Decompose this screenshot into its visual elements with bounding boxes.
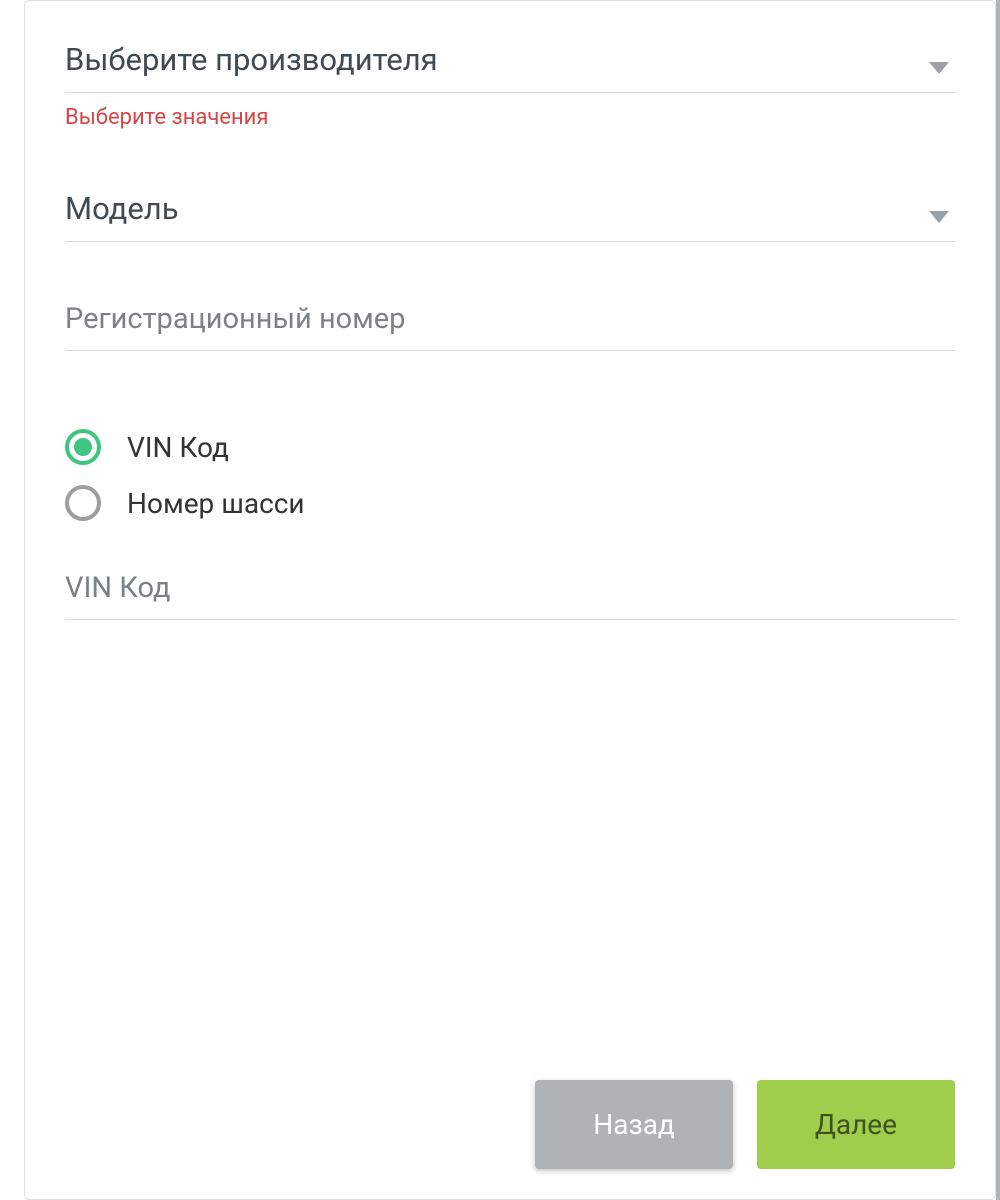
radio-chassis-label: Номер шасси: [127, 487, 305, 520]
vin-underline: [65, 619, 955, 620]
back-button[interactable]: Назад: [535, 1080, 733, 1169]
registration-placeholder: Регистрационный номер: [65, 302, 955, 336]
model-underline: [65, 241, 955, 242]
radio-chassis[interactable]: Номер шасси: [65, 485, 955, 521]
model-label: Модель: [65, 190, 955, 227]
chevron-down-icon: [929, 59, 949, 78]
chevron-down-icon: [929, 208, 949, 227]
id-type-radio-group: VIN Код Номер шасси: [65, 429, 955, 521]
buttons-row: Назад Далее: [65, 1080, 955, 1179]
radio-selected-icon: [65, 429, 101, 465]
registration-underline: [65, 350, 955, 351]
vin-placeholder: VIN Код: [65, 571, 955, 605]
form-area: Выберите производителя Выберите значения…: [65, 41, 955, 1080]
manufacturer-select[interactable]: Выберите производителя Выберите значения: [65, 41, 955, 130]
radio-vin-label: VIN Код: [127, 431, 229, 464]
page-right-shadow: [996, 0, 1000, 1200]
radio-unselected-icon: [65, 485, 101, 521]
radio-vin[interactable]: VIN Код: [65, 429, 955, 465]
manufacturer-error: Выберите значения: [65, 105, 955, 130]
model-select[interactable]: Модель: [65, 190, 955, 242]
manufacturer-underline: [65, 92, 955, 93]
next-button[interactable]: Далее: [757, 1080, 955, 1169]
manufacturer-label: Выберите производителя: [65, 41, 955, 78]
form-card: Выберите производителя Выберите значения…: [24, 0, 996, 1200]
vin-input[interactable]: VIN Код: [65, 571, 955, 620]
registration-input[interactable]: Регистрационный номер: [65, 302, 955, 351]
